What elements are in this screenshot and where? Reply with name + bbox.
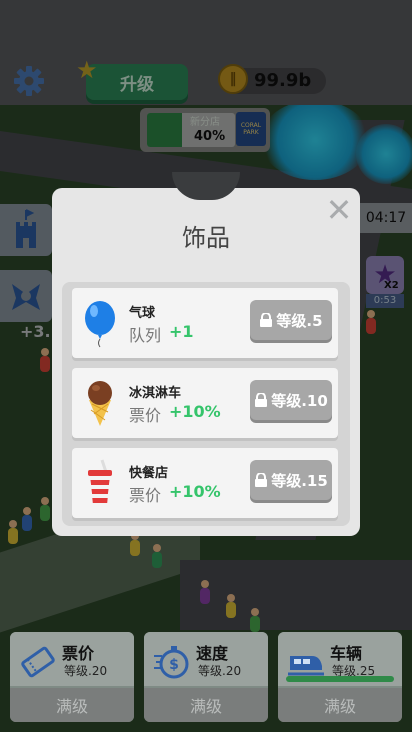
list-item-fast-food: 快餐店 票价 +10% 等级.15 — [72, 448, 338, 518]
max-level-button[interactable]: 满级 — [278, 688, 402, 722]
locked-level-button[interactable]: 等级.5 — [250, 300, 332, 340]
list-item-ice-cream-truck: 冰淇淋车 票价 +10% 等级.10 — [72, 368, 338, 438]
item-stat: 队列 — [129, 326, 162, 345]
lock-level-label: 等级.10 — [271, 391, 328, 410]
lock-icon — [255, 473, 268, 487]
card-title: 票价 — [62, 644, 95, 663]
item-name: 快餐店 — [129, 466, 169, 481]
item-bonus: +10% — [169, 402, 221, 421]
locked-level-button[interactable]: 等级.10 — [250, 380, 332, 420]
vehicle-card[interactable]: 车辆 等级.25 满级 — [278, 632, 402, 722]
lock-icon — [255, 393, 268, 407]
card-level: 等级.20 — [198, 664, 242, 678]
lock-level-label: 等级.5 — [276, 311, 323, 330]
locked-level-button[interactable]: 等级.15 — [250, 460, 332, 500]
svg-text:$: $ — [169, 657, 179, 673]
item-stat: 票价 — [129, 406, 162, 425]
ticket-icon — [21, 646, 55, 678]
item-stat: 票价 — [129, 486, 162, 505]
item-name: 气球 — [129, 306, 156, 321]
lock-icon — [260, 313, 273, 327]
list-item-balloon: 气球 队列 +1 等级.5 — [72, 288, 338, 358]
vehicle-progress-bar — [286, 676, 394, 682]
max-level-button[interactable]: 满级 — [144, 688, 268, 722]
card-title: 车辆 — [330, 644, 363, 663]
ticket-price-card[interactable]: 票价 等级.20 满级 — [10, 632, 134, 722]
card-title: 速度 — [196, 644, 229, 663]
lock-level-label: 等级.15 — [271, 471, 328, 490]
max-level-button[interactable]: 满级 — [10, 688, 134, 722]
soda-cup-icon — [88, 459, 112, 504]
item-bonus: +1 — [169, 322, 194, 341]
balloon-icon — [85, 301, 115, 348]
speed-card[interactable]: $ 速度 等级.20 满级 — [144, 632, 268, 722]
item-bonus: +10% — [169, 482, 221, 501]
ice-cream-icon — [88, 381, 112, 426]
modal-title: 饰品 — [182, 224, 230, 252]
stopwatch-coin-icon: $ — [154, 646, 189, 679]
item-name: 冰淇淋车 — [129, 386, 182, 401]
card-level: 等级.20 — [64, 664, 108, 678]
